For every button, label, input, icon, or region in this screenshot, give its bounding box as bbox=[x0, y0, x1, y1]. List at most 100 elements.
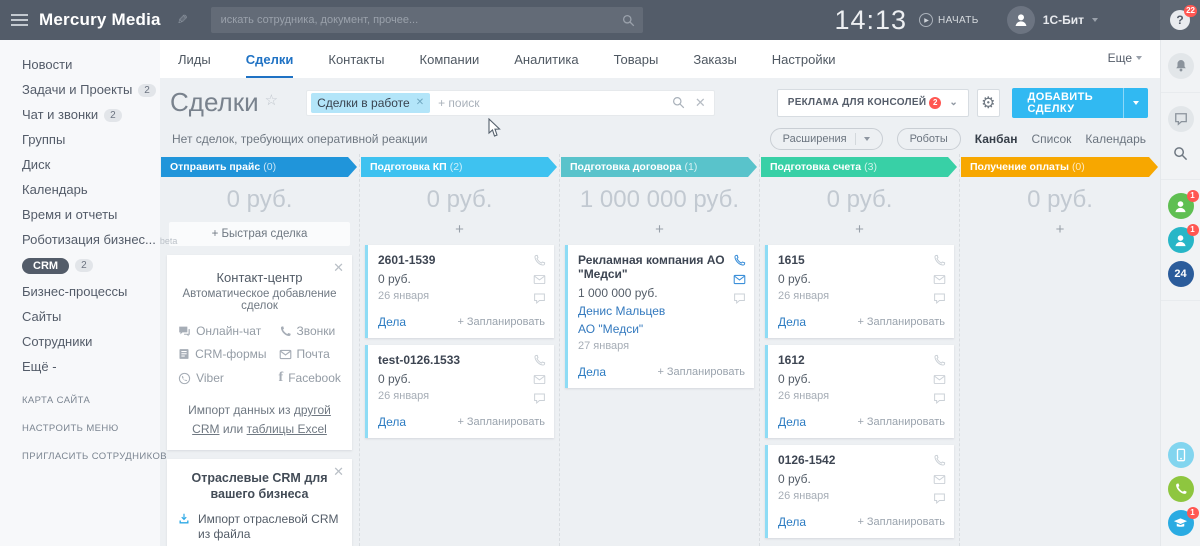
quick-deal-button[interactable]: + Быстрая сделка bbox=[169, 222, 350, 246]
channel-crm-forms[interactable]: CRM-формы bbox=[178, 347, 267, 361]
tab-orders[interactable]: Заказы bbox=[693, 52, 736, 78]
filter-chip[interactable]: Сделки в работе ✕ bbox=[311, 92, 431, 113]
mail-icon[interactable] bbox=[733, 273, 746, 286]
chip-remove-icon[interactable]: ✕ bbox=[416, 97, 424, 108]
stage-header-contract[interactable]: Подготовка договора (1) bbox=[561, 157, 757, 177]
sidebar-item-crm[interactable]: CRM 2 bbox=[0, 252, 160, 279]
filter-search-box[interactable]: Сделки в работе✕ ✕ bbox=[306, 89, 715, 116]
tab-settings[interactable]: Настройки bbox=[772, 52, 836, 78]
menu-hamburger-icon[interactable] bbox=[11, 11, 28, 29]
sitemap-link[interactable]: КАРТА САЙТА bbox=[22, 395, 167, 406]
deal-card[interactable]: 1615 0 руб. 26 января Дела + Запланирова… bbox=[765, 245, 954, 338]
global-search-input[interactable] bbox=[210, 14, 622, 26]
deal-card[interactable]: 0126-1542 0 руб. 26 января Дела + Заплан… bbox=[765, 445, 954, 538]
notifications-button[interactable] bbox=[1167, 53, 1194, 79]
deal-plan-link[interactable]: + Запланировать bbox=[457, 416, 545, 428]
extensions-button[interactable]: Расширения bbox=[769, 128, 883, 150]
tab-deals[interactable]: Сделки2 bbox=[245, 26, 294, 78]
chat-icon[interactable] bbox=[933, 292, 946, 305]
tab-contacts[interactable]: Контакты bbox=[328, 52, 384, 78]
deal-activities-link[interactable]: Дела bbox=[578, 365, 606, 379]
deal-activities-link[interactable]: Дела bbox=[778, 515, 806, 529]
deal-card[interactable]: 1612 0 руб. 26 января Дела + Запланирова… bbox=[765, 345, 954, 438]
stage-header-send-price[interactable]: Отправить прайс (0) bbox=[161, 157, 357, 177]
chat-icon[interactable] bbox=[733, 292, 746, 305]
favorite-star-icon[interactable]: ☆ bbox=[265, 91, 278, 109]
add-deal-plus[interactable]: + bbox=[360, 221, 559, 238]
phone-icon[interactable] bbox=[933, 254, 946, 267]
add-deal-dropdown[interactable] bbox=[1122, 87, 1148, 118]
sidebar-item-news[interactable]: Новости bbox=[0, 52, 160, 77]
chat-icon[interactable] bbox=[533, 292, 546, 305]
rail-search-button[interactable] bbox=[1168, 140, 1194, 166]
sidebar-item-time-reports[interactable]: Время и отчеты bbox=[0, 202, 160, 227]
deal-activities-link[interactable]: Дела bbox=[778, 415, 806, 429]
deal-activities-link[interactable]: Дела bbox=[378, 315, 406, 329]
add-deal-plus[interactable]: + bbox=[760, 221, 959, 238]
mail-icon[interactable] bbox=[933, 373, 946, 386]
deal-plan-link[interactable]: + Запланировать bbox=[857, 316, 945, 328]
phone-icon[interactable] bbox=[933, 454, 946, 467]
funnel-selector-button[interactable]: РЕКЛАМА ДЛЯ КОНСОЛЕЙ 2 ⌄ bbox=[776, 88, 970, 117]
sidebar-item-sites[interactable]: Сайты bbox=[0, 304, 160, 329]
user-menu[interactable]: 1С-Бит bbox=[1006, 6, 1098, 34]
view-calendar[interactable]: Календарь bbox=[1085, 132, 1146, 146]
industry-import-item[interactable]: Импорт отраслевой CRM из файла bbox=[178, 512, 341, 543]
settings-gear-button[interactable]: ⚙ bbox=[977, 88, 1000, 117]
channel-online-chat[interactable]: Онлайн-чат bbox=[178, 324, 266, 338]
add-deal-plus[interactable]: + bbox=[960, 221, 1160, 238]
excel-link[interactable]: таблицы Excel bbox=[247, 422, 327, 436]
phone-icon[interactable] bbox=[933, 354, 946, 367]
channel-mail[interactable]: Почта bbox=[279, 347, 341, 361]
channel-calls[interactable]: Звонки bbox=[279, 324, 341, 338]
sidebar-item-groups[interactable]: Группы bbox=[0, 127, 160, 152]
tab-leads[interactable]: Лиды bbox=[178, 52, 211, 78]
worktime-start-button[interactable]: ▶ НАЧАТЬ bbox=[919, 13, 979, 27]
deal-card[interactable]: Рекламная компания АО "Медси" 1 000 000 … bbox=[565, 245, 754, 388]
phone-icon[interactable] bbox=[733, 254, 746, 267]
mail-icon[interactable] bbox=[933, 473, 946, 486]
sidebar-item-calendar[interactable]: Календарь bbox=[0, 177, 160, 202]
tab-analytics[interactable]: Аналитика bbox=[514, 52, 578, 78]
deal-card[interactable]: test-0126.1533 0 руб. 26 января Дела + З… bbox=[365, 345, 554, 438]
guests-button[interactable]: 1 bbox=[1167, 224, 1199, 253]
filter-search-input[interactable] bbox=[430, 95, 672, 110]
sidebar-item-rpa[interactable]: Роботизация бизнес... beta bbox=[0, 227, 177, 252]
phone-icon[interactable] bbox=[533, 254, 546, 267]
close-icon[interactable]: ✕ bbox=[333, 464, 344, 480]
filter-clear-icon[interactable]: ✕ bbox=[695, 95, 706, 111]
mail-icon[interactable] bbox=[933, 273, 946, 286]
chat-icon[interactable] bbox=[933, 392, 946, 405]
telephony-button[interactable] bbox=[1167, 476, 1194, 502]
online-users-button[interactable]: 1 bbox=[1167, 190, 1199, 219]
tabs-more-button[interactable]: Еще bbox=[1108, 51, 1142, 78]
bitrix24-button[interactable]: 24 bbox=[1167, 261, 1194, 287]
stage-header-proposal[interactable]: Подготовка КП (2) bbox=[361, 157, 557, 177]
deal-contact-link[interactable]: Денис Мальцев bbox=[578, 304, 745, 318]
stage-header-payment[interactable]: Получение оплаты (0) bbox=[961, 157, 1158, 177]
deal-activities-link[interactable]: Дела bbox=[778, 315, 806, 329]
edit-title-icon[interactable]: ✎ bbox=[177, 12, 188, 28]
help-button[interactable]: ? 22 bbox=[1160, 0, 1200, 40]
deal-card[interactable]: 2601-1539 0 руб. 26 января Дела + Заплан… bbox=[365, 245, 554, 338]
tab-products[interactable]: Товары bbox=[614, 52, 659, 78]
mail-icon[interactable] bbox=[533, 373, 546, 386]
configure-menu-link[interactable]: НАСТРОИТЬ МЕНЮ bbox=[22, 423, 167, 434]
channel-viber[interactable]: Viber bbox=[178, 370, 266, 386]
stage-header-invoice[interactable]: Подготовка счета (3) bbox=[761, 157, 957, 177]
deal-plan-link[interactable]: + Запланировать bbox=[657, 366, 745, 378]
deal-activities-link[interactable]: Дела bbox=[378, 415, 406, 429]
chat-icon[interactable] bbox=[933, 492, 946, 505]
deal-plan-link[interactable]: + Запланировать bbox=[457, 316, 545, 328]
training-button[interactable]: 1 bbox=[1167, 507, 1199, 536]
mail-icon[interactable] bbox=[533, 273, 546, 286]
sidebar-item-tasks[interactable]: Задачи и Проекты 2 bbox=[0, 77, 160, 102]
mobile-app-button[interactable] bbox=[1167, 442, 1194, 468]
phone-icon[interactable] bbox=[533, 354, 546, 367]
sidebar-item-more[interactable]: Ещё - bbox=[0, 354, 160, 379]
view-list[interactable]: Список bbox=[1031, 132, 1071, 146]
worktime-clock[interactable]: 14:13 bbox=[834, 5, 907, 36]
sidebar-item-chat-calls[interactable]: Чат и звонки 2 bbox=[0, 102, 160, 127]
add-deal-button[interactable]: ДОБАВИТЬ СДЕЛКУ bbox=[1011, 87, 1148, 118]
sidebar-item-employees[interactable]: Сотрудники bbox=[0, 329, 160, 354]
